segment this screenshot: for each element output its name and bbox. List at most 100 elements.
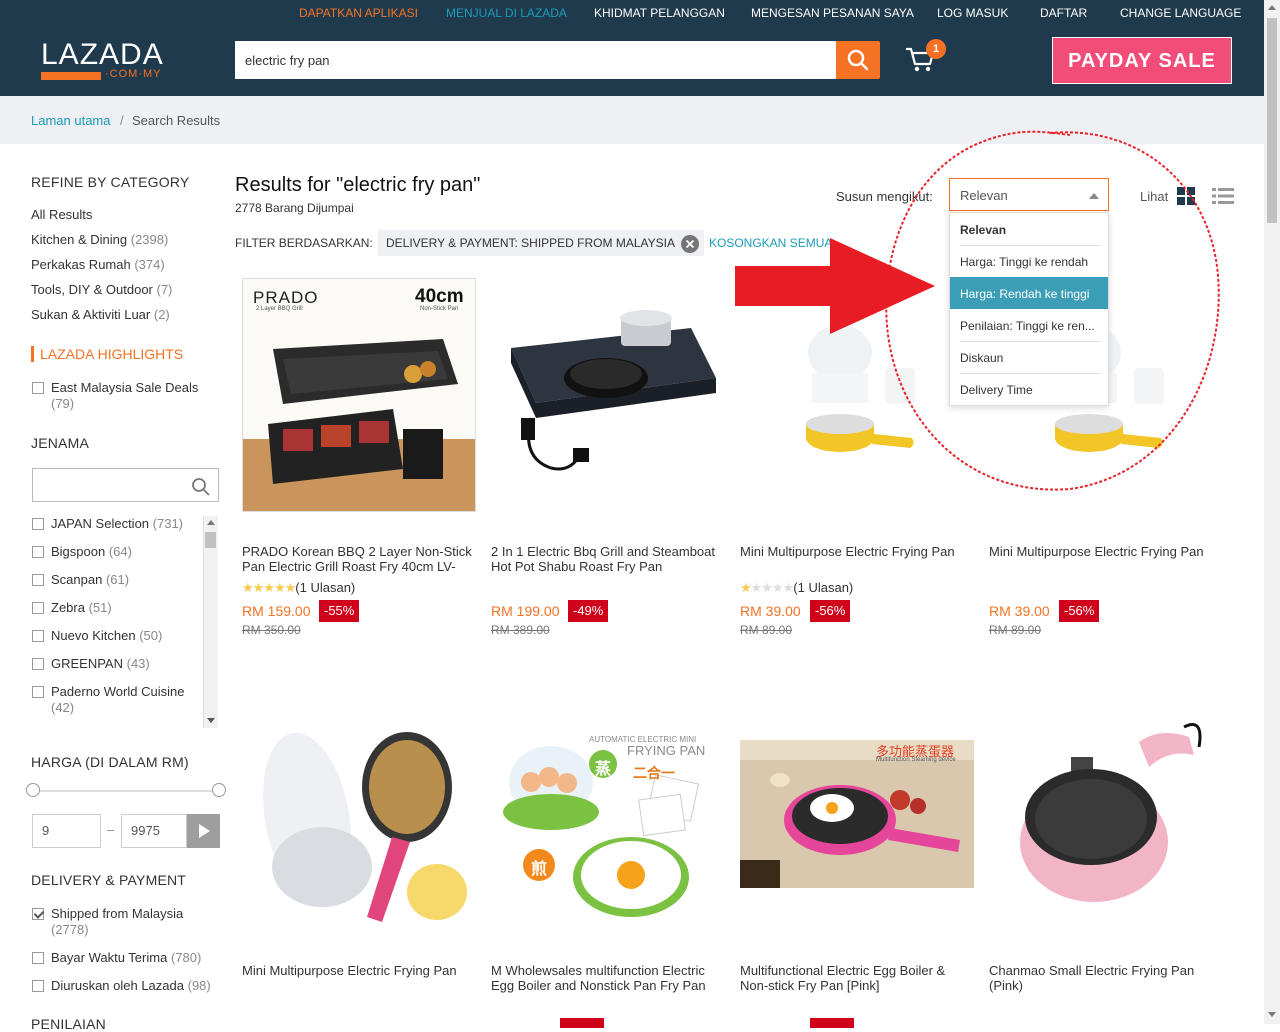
checkbox[interactable] [32, 658, 44, 670]
sort-option-discount[interactable]: Diskaun [950, 341, 1108, 373]
checkbox-label: Bigspoon (64) [51, 544, 132, 560]
review-count[interactable]: (1 Ulasan) [295, 580, 355, 595]
page-scroll-thumb[interactable] [1267, 18, 1277, 223]
customer-service-link[interactable]: KHIDMAT PELANGGAN [594, 6, 725, 20]
image-caption-text: FRYING PAN [627, 743, 706, 758]
close-icon [685, 239, 695, 249]
track-order-link[interactable]: MENGESAN PESANAN SAYA [751, 6, 914, 20]
sort-option-relevan[interactable]: Relevan [950, 213, 1108, 245]
original-price: RM 89.00 [989, 623, 1042, 637]
lazada-logo[interactable]: LAZADA ·COM·MY [41, 38, 171, 84]
checkbox[interactable] [32, 980, 44, 992]
product-image[interactable] [491, 278, 725, 512]
sort-option-price-high-low[interactable]: Harga: Tinggi ke rendah [950, 245, 1108, 277]
checkbox[interactable] [32, 574, 44, 586]
main-header: LAZADA ·COM·MY 1 PAYDAY SALE [0, 26, 1264, 96]
sort-option-rating[interactable]: Penilaian: Tinggi ke ren... [950, 309, 1108, 341]
sell-on-lazada-link[interactable]: MENJUAL DI LAZADA [446, 6, 567, 20]
image-caption-text: 2 Layer BBQ Grill [256, 306, 303, 312]
product-title[interactable]: Mini Multipurpose Electric Frying Pan [740, 544, 974, 574]
sort-option-price-low-high[interactable]: Harga: Rendah ke tinggi [950, 277, 1108, 309]
product-image[interactable]: AUTOMATIC ELECTRIC MINI FRYING PAN 蒸 二合一… [491, 697, 725, 931]
remove-filter-button[interactable] [681, 235, 699, 253]
product-title[interactable]: Multifunctional Electric Egg Boiler & No… [740, 963, 974, 993]
highlight-filter-east-malaysia[interactable]: East Malaysia Sale Deals (79) [32, 380, 207, 414]
signup-link[interactable]: DAFTAR [1040, 6, 1087, 20]
brand-list-scroll-thumb[interactable] [205, 532, 216, 548]
category-label: All Results [31, 207, 93, 222]
change-language-link[interactable]: CHANGE LANGUAGE [1120, 6, 1241, 20]
category-item-household[interactable]: Perkakas Rumah (374) [31, 257, 165, 272]
checkbox-label: Scanpan (61) [51, 572, 129, 588]
breadcrumb-home-link[interactable]: Laman utama [31, 113, 111, 128]
search-input[interactable] [235, 41, 815, 79]
review-count[interactable]: (1 Ulasan) [793, 580, 853, 595]
product-image[interactable] [242, 697, 476, 931]
search-icon [192, 478, 210, 496]
checkbox-label: Paderno World Cuisine (42) [51, 684, 184, 716]
product-title[interactable]: Mini Multipurpose Electric Frying Pan [242, 963, 476, 993]
checkbox[interactable] [32, 630, 44, 642]
price-min-input[interactable]: 9 [32, 814, 101, 848]
price-apply-button[interactable] [187, 814, 220, 848]
checkbox[interactable] [32, 602, 44, 614]
filter-label: GREENPAN [51, 656, 123, 671]
payday-sale-banner[interactable]: PAYDAY SALE [1052, 37, 1232, 84]
category-label: Tools, DIY & Outdoor [31, 282, 153, 297]
product-title[interactable]: Chanmao Small Electric Frying Pan (Pink) [989, 963, 1223, 993]
product-title[interactable]: 2 In 1 Electric Bbq Grill and Steamboat … [491, 544, 725, 574]
category-count: (2398) [130, 232, 169, 247]
discount-badge: -56% [810, 600, 851, 622]
search-button[interactable] [836, 41, 880, 79]
checkbox[interactable] [32, 686, 44, 698]
category-item-kitchen[interactable]: Kitchen & Dining (2398) [31, 232, 168, 247]
checkbox-label: JAPAN Selection (731) [51, 516, 183, 532]
active-filter-chip: DELIVERY & PAYMENT: SHIPPED FROM MALAYSI… [378, 230, 704, 256]
filter-count: (2778) [51, 922, 89, 937]
sort-dropdown-menu: Relevan Harga: Tinggi ke rendah Harga: R… [949, 212, 1109, 406]
delivery-heading: DELIVERY & PAYMENT [31, 872, 187, 888]
brand-search-input[interactable] [32, 468, 219, 502]
category-item-all[interactable]: All Results [31, 207, 92, 222]
product-image[interactable]: PRADO 2 Layer BBQ Grill 40cm Non-Stick P… [242, 278, 476, 512]
delivery-filter-shipped-malaysia[interactable]: Shipped from Malaysia (2778) [32, 906, 207, 938]
price-slider-track[interactable] [33, 790, 219, 792]
scroll-down-icon [207, 718, 215, 723]
category-item-tools[interactable]: Tools, DIY & Outdoor (7) [31, 282, 172, 297]
active-filter-label: FILTER BERDASARKAN: [235, 236, 373, 250]
brand-filter-paderno[interactable]: Paderno World Cuisine (42) [32, 684, 207, 716]
price-slider-min-handle[interactable] [26, 783, 40, 797]
price-range-dash: – [107, 822, 115, 837]
checkbox[interactable] [32, 382, 44, 394]
login-link[interactable]: LOG MASUK [937, 6, 1008, 20]
original-price: RM 89.00 [740, 623, 793, 637]
egg-boiler-green-pan-image [503, 746, 700, 917]
filter-label: Bigspoon [51, 544, 106, 559]
scroll-up-icon [1268, 5, 1276, 10]
checkbox-label: Bayar Waktu Terima (780) [51, 950, 201, 966]
product-image[interactable]: 多功能蒸蛋器 Multifunction Steaming device [740, 740, 974, 931]
image-caption-text: 煎 [531, 861, 548, 878]
original-price: RM 389.00 [491, 623, 550, 637]
results-title: Results for "electric fry pan" [235, 174, 481, 196]
filter-count: (731) [152, 516, 184, 531]
checkbox[interactable] [32, 518, 44, 530]
filter-count: (780) [170, 950, 202, 965]
product-image[interactable] [989, 697, 1223, 931]
sort-option-delivery-time[interactable]: Delivery Time [950, 373, 1108, 405]
discount-badge [560, 1018, 604, 1028]
logo-domain: ·COM·MY [101, 68, 166, 80]
filter-count: (79) [51, 396, 75, 411]
grill-steamboat-image [511, 310, 716, 471]
checkbox-checked[interactable] [32, 908, 44, 920]
product-title[interactable]: PRADO Korean BBQ 2 Layer Non-Stick Pan E… [242, 544, 476, 574]
product-title[interactable]: Mini Multipurpose Electric Frying Pan [989, 544, 1223, 574]
price-max-input[interactable]: 9975 [121, 814, 187, 848]
checkbox[interactable] [32, 952, 44, 964]
product-title[interactable]: M Wholewsales multifunction Electric Egg… [491, 963, 725, 993]
product-rating: ★★★★★(1 Ulasan) [740, 580, 853, 596]
checkbox[interactable] [32, 546, 44, 558]
category-item-sports[interactable]: Sukan & Aktiviti Luar (2) [31, 307, 170, 322]
get-app-link[interactable]: DAPATKAN APLIKASI [299, 6, 418, 20]
price-slider-max-handle[interactable] [212, 783, 226, 797]
